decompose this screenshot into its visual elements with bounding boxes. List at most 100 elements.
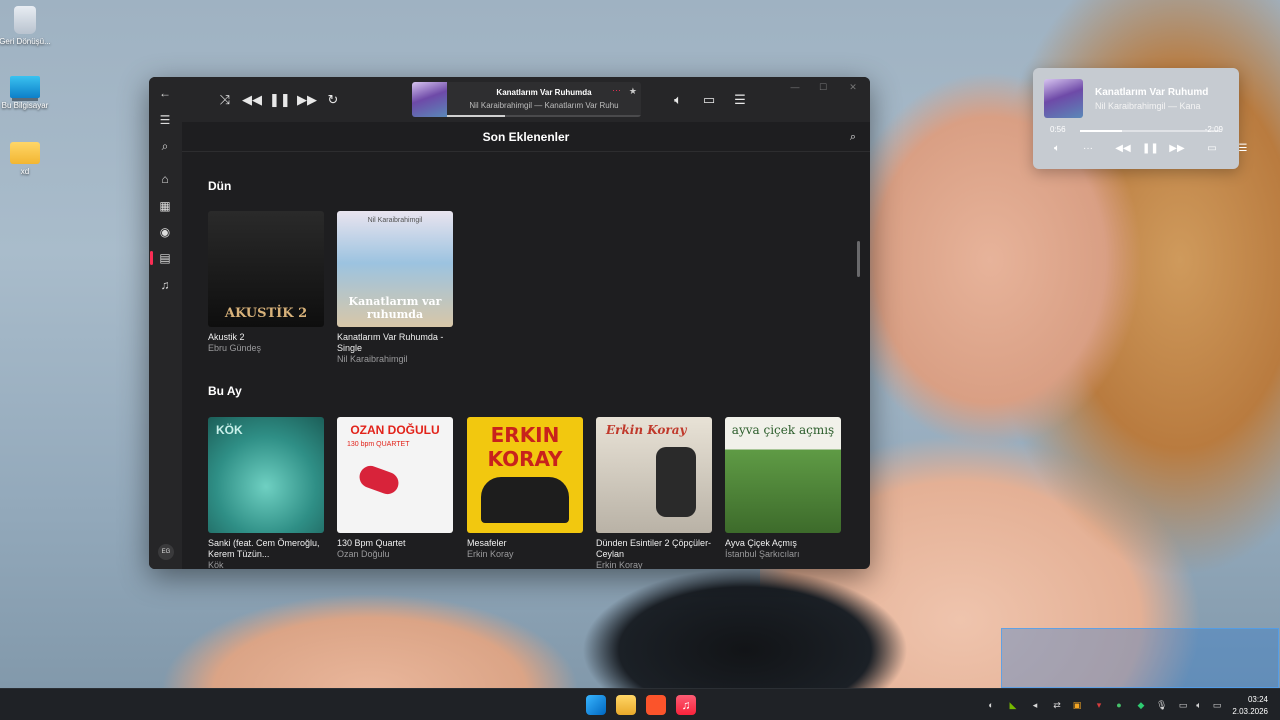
remaining-time: -2:09	[1204, 125, 1223, 134]
album-card[interactable]: Nil Karaibrahimgil Kanatlarım var ruhumd…	[337, 211, 453, 365]
album-artist: Erkin Koray	[467, 549, 514, 559]
album-cover-top-text: Nil Karaibrahimgil	[367, 217, 423, 224]
album-artist: Erkin Koray	[596, 560, 643, 569]
album-card[interactable]: OZAN DOĞULU 130 bpm QUARTET 130 Bpm Quar…	[337, 417, 453, 560]
mini-player-artwork	[1044, 79, 1083, 118]
section-title-yesterday: Dün	[208, 179, 232, 193]
shuffle-icon[interactable]: ⤨	[216, 91, 234, 109]
album-title: 130 Bpm Quartet	[337, 538, 406, 548]
playback-toolbar: ⤨ ◀◀ ❚❚ ▶▶ ↻ Kanatlarım Var Ruhumda ··· …	[182, 77, 870, 122]
recycle-bin-icon	[14, 6, 36, 34]
nvidia-icon[interactable]: ◣	[1008, 700, 1018, 710]
file-explorer-icon[interactable]	[616, 695, 636, 715]
mini-player-progress[interactable]	[1080, 130, 1220, 132]
album-cover-graphic	[356, 462, 402, 498]
steam-icon[interactable]: ◐	[986, 700, 996, 710]
more-dots-icon[interactable]: ···	[612, 85, 621, 95]
album-card[interactable]: ERKIN KORAY Mesafeler Erkin Koray	[467, 417, 583, 560]
lyrics-icon[interactable]: ▭	[1204, 142, 1220, 156]
browse-grid-icon[interactable]: ▦	[157, 198, 173, 214]
album-artist: Kök	[208, 560, 224, 569]
queue-icon[interactable]: ☰	[731, 91, 749, 109]
pause-icon[interactable]: ❚❚	[1142, 142, 1159, 156]
maximize-icon[interactable]: ☐	[816, 80, 830, 94]
album-title: Mesafeler	[467, 538, 507, 548]
tray-app-icon[interactable]: ●	[1114, 700, 1124, 710]
album-cover: Erkin Koray	[596, 417, 712, 533]
now-playing-progress[interactable]	[447, 115, 641, 117]
tray-app-icon[interactable]: ◂	[1030, 700, 1040, 710]
album-cover-graphic	[481, 477, 569, 523]
clock-date[interactable]: 2.03.2026	[1232, 707, 1268, 716]
library-icon[interactable]: ▤	[157, 250, 173, 266]
back-arrow-icon[interactable]: ←	[157, 85, 173, 101]
tray-app-icon[interactable]: ▾	[1094, 700, 1104, 710]
menu-icon[interactable]: ☰	[157, 112, 173, 128]
now-playing-artwork	[412, 82, 447, 117]
elapsed-time: 0:56	[1050, 125, 1066, 134]
star-icon[interactable]: ★	[629, 86, 637, 97]
desktop-icon-label: Bu Bilgisayar	[1, 101, 49, 110]
battery-icon[interactable]: ▭	[1212, 700, 1222, 710]
lyrics-icon[interactable]: ▭	[700, 91, 718, 109]
tray-app-icon[interactable]: ▣	[1072, 700, 1082, 710]
album-artist: Nil Karaibrahimgil	[337, 354, 408, 364]
album-cover-top-text: ERKIN KORAY	[487, 423, 563, 471]
album-cover: ERKIN KORAY	[467, 417, 583, 533]
album-title: Dünden Esintiler 2 Çöpçüler-Ceylan	[596, 538, 712, 559]
clock-time[interactable]: 03:24	[1248, 695, 1268, 704]
repeat-icon[interactable]: ↻	[324, 91, 342, 109]
desktop-selection-rectangle	[1001, 628, 1279, 688]
close-icon[interactable]: ✕	[846, 80, 860, 94]
brave-browser-icon[interactable]	[646, 695, 666, 715]
volume-icon[interactable]: 🔈︎	[1049, 142, 1065, 156]
section-title-this-month: Bu Ay	[208, 384, 242, 398]
album-card[interactable]: Erkin Koray Dünden Esintiler 2 Çöpçüler-…	[596, 417, 712, 569]
volume-icon[interactable]: 🔈︎	[669, 91, 687, 109]
queue-icon[interactable]: ☰	[1235, 142, 1251, 156]
mini-player-progress-fill	[1080, 130, 1122, 132]
tray-app-icon[interactable]: ◆	[1136, 700, 1146, 710]
next-icon[interactable]: ▶▶	[297, 91, 317, 109]
start-windows-icon[interactable]	[586, 695, 606, 715]
search-icon[interactable]: ⌕	[846, 130, 860, 144]
minimize-icon[interactable]: —	[788, 80, 802, 94]
mini-player-subtitle: Nil Karaibrahimgil — Kana	[1095, 101, 1201, 111]
desktop-icon-recycle-bin[interactable]: Geri Dönüşü...	[0, 6, 55, 47]
desktop-icon-this-pc[interactable]: Bu Bilgisayar	[0, 76, 55, 111]
radio-icon[interactable]: ◉	[157, 224, 173, 240]
next-icon[interactable]: ▶▶	[1169, 142, 1185, 156]
music-app-window: ← ☰ ⌕ ⌂ ▦ ◉ ▤ ♫ EG ⤨ ◀◀ ❚❚ ▶▶ ↻ Kanatlar…	[149, 77, 870, 569]
album-card[interactable]: KÖK Sanki (feat. Cem Ömeroğlu, Kerem Tüz…	[208, 417, 324, 569]
now-playing-box[interactable]: Kanatlarım Var Ruhumda ··· Nil Karaibrah…	[412, 82, 641, 117]
mini-player-title: Kanatlarım Var Ruhumd	[1095, 87, 1209, 98]
now-playing-subtitle: Nil Karaibrahimgil — Kanatlarım Var Ruhu	[469, 101, 619, 110]
album-cover-top-text: KÖK	[216, 423, 243, 437]
album-card[interactable]: ayva çiçek açmış Ayva Çiçek Açmış İstanb…	[725, 417, 841, 560]
desktop-icon-folder-xd[interactable]: xd	[0, 142, 55, 177]
previous-icon[interactable]: ◀◀	[1115, 142, 1131, 156]
avatar[interactable]: EG	[158, 544, 174, 560]
album-cover: ayva çiçek açmış	[725, 417, 841, 533]
music-app-icon[interactable]: ♫	[676, 695, 696, 715]
tray-app-icon[interactable]: ⇄	[1052, 700, 1062, 710]
desktop-icon-label: xd	[20, 167, 30, 176]
album-card[interactable]: AKUSTİK 2 Akustik 2 Ebru Gündeş	[208, 211, 324, 354]
microphone-icon[interactable]: 🎙︎	[1156, 700, 1167, 710]
playlist-icon[interactable]: ♫	[157, 277, 173, 293]
album-cover-text: Kanatlarım var ruhumda	[348, 295, 442, 321]
scrollbar[interactable]	[857, 241, 860, 277]
search-icon[interactable]: ⌕	[157, 138, 173, 154]
previous-icon[interactable]: ◀◀	[242, 91, 262, 109]
pause-icon[interactable]: ❚❚	[269, 91, 291, 109]
network-icon[interactable]: ▭	[1178, 700, 1188, 710]
home-icon[interactable]: ⌂	[157, 171, 173, 187]
album-cover: AKUSTİK 2	[208, 211, 324, 327]
album-cover-top-text: OZAN DOĞULU	[350, 423, 440, 437]
wallpaper-dress	[575, 560, 935, 688]
album-title: Ayva Çiçek Açmış	[725, 538, 797, 548]
more-dots-icon[interactable]: ···	[1080, 142, 1096, 156]
volume-icon[interactable]: 🔈︎	[1194, 700, 1204, 710]
album-artist: İstanbul Şarkıcıları	[725, 549, 800, 559]
now-playing-progress-fill	[447, 115, 506, 117]
